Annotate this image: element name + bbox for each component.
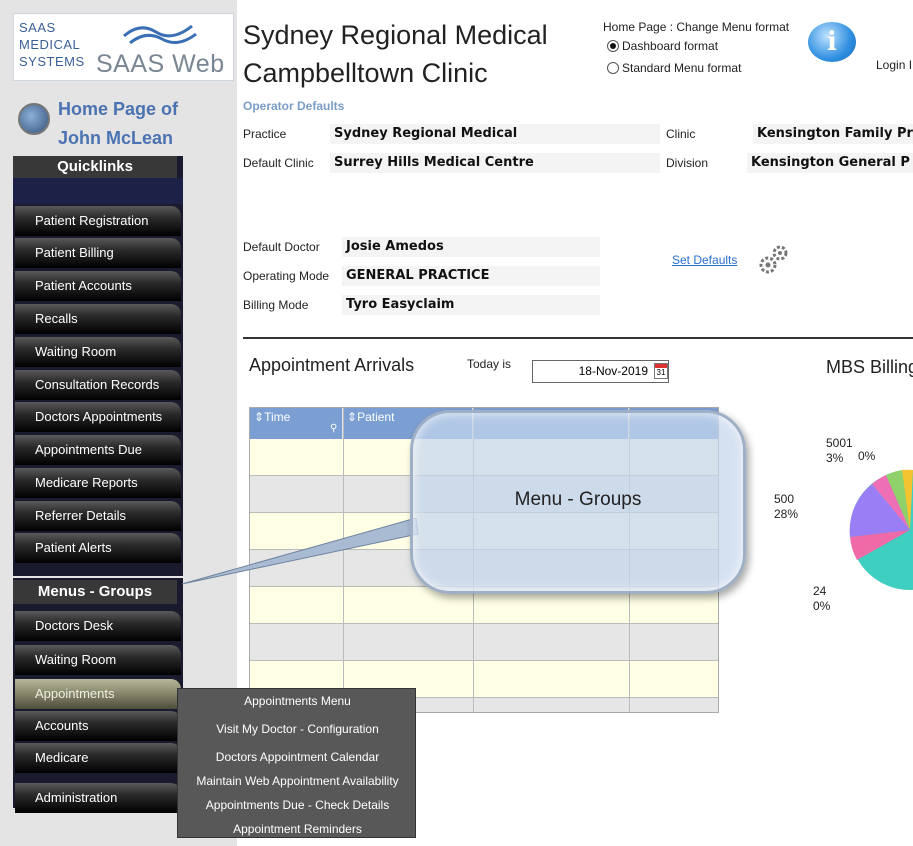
division-field[interactable]: Kensington General P — [747, 153, 913, 173]
menu-group-doctors-desk[interactable]: Doctors Desk — [15, 611, 181, 641]
quicklinks-header: Quicklinks — [13, 156, 177, 178]
menu-item-appointments-menu[interactable]: Appointments Menu — [178, 694, 417, 708]
menu-item-doctors-appointment-calendar[interactable]: Doctors Appointment Calendar — [178, 750, 417, 764]
pie-label-24-code: 24 — [813, 584, 827, 598]
tooltip-callout-text: Menu - Groups — [514, 489, 642, 510]
set-defaults-link[interactable]: Set Defaults — [672, 253, 737, 267]
logo-text-line3: SYSTEMS — [19, 54, 85, 69]
billing-mode-label: Billing Mode — [243, 298, 309, 312]
quicklink-consultation-records[interactable]: Consultation Records — [15, 370, 181, 400]
date-input[interactable]: 18-Nov-2019 — [532, 360, 669, 383]
quicklinks-band — [13, 178, 183, 204]
standard-format-option[interactable]: Standard Menu format — [607, 61, 741, 75]
menu-item-maintain-web-availability[interactable]: Maintain Web Appointment Availability — [178, 774, 417, 788]
logo-text-line2: MEDICAL — [19, 37, 81, 52]
logo-text-line1: SAAS — [19, 20, 56, 35]
today-label: Today is — [467, 357, 512, 371]
pie-label-5001-code: 5001 — [826, 436, 853, 450]
operating-mode-label: Operating Mode — [243, 269, 330, 283]
practice-label: Practice — [243, 127, 287, 141]
search-icon[interactable]: ⚲ — [330, 423, 337, 434]
sort-icon[interactable]: ⇕ — [347, 410, 357, 424]
standard-format-label: Standard Menu format — [622, 61, 742, 75]
quicklink-waiting-room[interactable]: Waiting Room — [15, 337, 181, 367]
login-link[interactable]: Login I — [876, 58, 912, 72]
pie-label-500: 500 28% — [774, 492, 798, 522]
calendar-icon[interactable]: 31 — [654, 363, 668, 379]
page-title-clinic: Campbelltown Clinic — [243, 58, 488, 88]
quicklink-appointments-due[interactable]: Appointments Due — [15, 435, 181, 465]
clinic-label: Clinic — [666, 127, 696, 141]
operator-defaults-heading: Operator Defaults — [243, 99, 345, 113]
default-doctor-field[interactable]: Josie Amedos — [342, 237, 600, 257]
quicklink-patient-registration[interactable]: Patient Registration — [15, 206, 181, 236]
quicklink-patient-alerts[interactable]: Patient Alerts — [15, 533, 181, 563]
home-page-icon[interactable] — [18, 103, 50, 135]
logo-wordmark: SAAS Web — [96, 50, 225, 78]
wave-logo-icon — [123, 24, 197, 45]
clinic-field[interactable]: Kensington Family Pr — [753, 124, 913, 144]
default-doctor-label: Default Doctor — [243, 240, 320, 254]
pie-label-5001: 5001 3% — [826, 436, 853, 466]
callout-pointer — [181, 517, 419, 585]
pie-label-500-pct: 28% — [774, 507, 799, 521]
menu-group-waiting-room[interactable]: Waiting Room — [15, 645, 181, 675]
dashboard-format-label: Dashboard format — [622, 39, 719, 53]
home-page-user: John McLean — [58, 128, 174, 148]
section-divider — [243, 337, 913, 339]
menu-item-appointments-due-check[interactable]: Appointments Due - Check Details — [178, 798, 417, 812]
menu-group-accounts[interactable]: Accounts — [15, 711, 181, 741]
pie-label-24-pct: 0% — [813, 599, 831, 613]
quicklink-medicare-reports[interactable]: Medicare Reports — [15, 468, 181, 498]
pie-label-0pct: 0% — [858, 449, 876, 463]
mbs-pie-chart — [849, 469, 913, 590]
pie-label-24: 24 0% — [813, 584, 830, 614]
practice-field[interactable]: Sydney Regional Medical — [330, 124, 660, 144]
standard-format-radio[interactable] — [607, 62, 619, 74]
column-patient-label: Patient — [357, 410, 395, 424]
division-label: Division — [666, 156, 709, 170]
appointments-dropdown-menu: Appointments Menu Visit My Doctor - Conf… — [177, 688, 416, 838]
quicklink-recalls[interactable]: Recalls — [15, 304, 181, 334]
menu-group-medicare[interactable]: Medicare — [15, 743, 181, 773]
dashboard-format-radio[interactable] — [607, 40, 619, 52]
column-time-label: Time — [264, 410, 291, 424]
billing-mode-field[interactable]: Tyro Easyclaim — [342, 295, 600, 315]
default-clinic-field[interactable]: Surrey Hills Medical Centre — [330, 153, 660, 173]
menu-item-visit-my-doctor-config[interactable]: Visit My Doctor - Configuration — [178, 722, 417, 736]
appointment-arrivals-title: Appointment Arrivals — [249, 355, 415, 375]
quicklink-doctors-appointments[interactable]: Doctors Appointments — [15, 402, 181, 432]
mbs-billing-title: MBS Billing — [826, 357, 913, 377]
operating-mode-field[interactable]: GENERAL PRACTICE — [342, 266, 600, 286]
sort-icon[interactable]: ⇕ — [254, 410, 264, 424]
home-page-title: Home Page of — [58, 99, 179, 119]
dashboard-format-option[interactable]: Dashboard format — [607, 39, 718, 53]
pie-label-5001-pct: 3% — [826, 451, 844, 465]
column-header-time[interactable]: ⇕Time ⚲ — [250, 408, 343, 439]
page-title-practice: Sydney Regional Medical — [243, 20, 548, 50]
menu-format-title: Home Page : Change Menu format — [603, 20, 790, 34]
quicklink-patient-accounts[interactable]: Patient Accounts — [15, 271, 181, 301]
menu-group-appointments[interactable]: Appointments — [15, 679, 181, 709]
default-clinic-label: Default Clinic — [243, 156, 314, 170]
pie-label-500-code: 500 — [774, 492, 795, 506]
info-icon[interactable]: i — [808, 22, 856, 62]
quicklink-referrer-details[interactable]: Referrer Details — [15, 501, 181, 531]
menu-groups-header: Menus - Groups — [13, 580, 177, 604]
table-row[interactable] — [250, 624, 718, 661]
quicklink-patient-billing[interactable]: Patient Billing — [15, 238, 181, 268]
saas-logo: SAAS MEDICAL SYSTEMS SAAS Web — [13, 13, 234, 81]
gears-icon[interactable] — [758, 242, 792, 276]
menu-group-administration[interactable]: Administration — [15, 783, 181, 813]
menu-item-appointment-reminders[interactable]: Appointment Reminders — [178, 822, 417, 836]
